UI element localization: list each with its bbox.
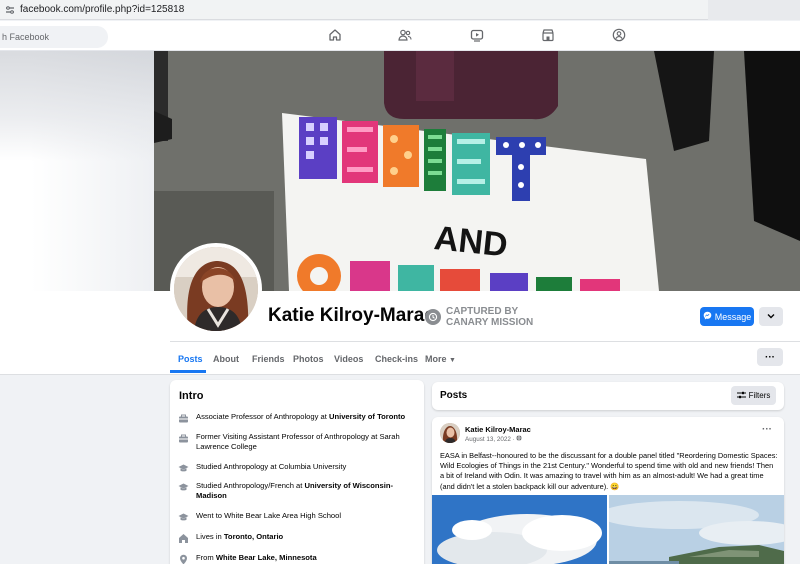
profile-tabs: Posts About Friends Photos Videos Check-… bbox=[0, 341, 800, 375]
intro-item-work: Associate Professor of Anthropology at U… bbox=[178, 412, 414, 424]
messenger-icon bbox=[703, 311, 712, 322]
intro-item-text: Lives in Toronto, Ontario bbox=[196, 532, 283, 542]
browser-toolbar-area bbox=[708, 0, 800, 20]
clock-icon bbox=[425, 309, 441, 325]
marketplace-icon[interactable] bbox=[541, 28, 555, 42]
posts-title: Posts bbox=[440, 390, 468, 401]
education-icon bbox=[178, 512, 189, 523]
tab-posts[interactable]: Posts bbox=[178, 354, 203, 364]
tabs-overflow-button[interactable]: ··· bbox=[757, 348, 783, 366]
message-button[interactable]: Message bbox=[700, 307, 754, 326]
tab-photos[interactable]: Photos bbox=[293, 354, 324, 364]
intro-card: Intro Associate Professor of Anthropolog… bbox=[170, 380, 424, 564]
captured-badge: CAPTURED BY CANARY MISSION bbox=[425, 306, 533, 328]
education-icon bbox=[178, 463, 189, 474]
message-button-label: Message bbox=[714, 311, 752, 322]
education-icon bbox=[178, 482, 189, 493]
work-icon bbox=[178, 413, 189, 424]
intro-link[interactable]: White Bear Lake, Minnesota bbox=[216, 553, 317, 562]
watch-icon[interactable] bbox=[470, 28, 484, 42]
post-date[interactable]: August 13, 2022 · bbox=[465, 435, 523, 443]
svg-text:AND: AND bbox=[432, 219, 509, 264]
cover-side-shade bbox=[0, 51, 154, 161]
post-card: Katie Kilroy-Marac August 13, 2022 · ···… bbox=[432, 417, 784, 564]
intro-link[interactable]: University of Toronto bbox=[329, 412, 405, 421]
intro-item-text: Went to White Bear Lake Area High School bbox=[196, 511, 342, 520]
post-author-name[interactable]: Katie Kilroy-Marac bbox=[465, 425, 531, 434]
tab-friends[interactable]: Friends bbox=[252, 354, 285, 364]
groups-icon[interactable] bbox=[612, 28, 626, 42]
intro-text: Associate Professor of Anthropology at bbox=[196, 412, 329, 421]
post-photo[interactable] bbox=[432, 495, 607, 564]
intro-item-text: Former Visiting Assistant Professor of A… bbox=[196, 432, 400, 451]
intro-item-text: Associate Professor of Anthropology at U… bbox=[196, 412, 405, 422]
tab-about[interactable]: About bbox=[213, 354, 239, 364]
intro-text: From bbox=[196, 553, 216, 562]
cover-side-bottom bbox=[0, 291, 154, 341]
captured-line2: CANARY MISSION bbox=[446, 317, 534, 328]
tab-more-label: More bbox=[425, 354, 447, 364]
tab-videos[interactable]: Videos bbox=[334, 354, 363, 364]
post-options-icon[interactable]: ··· bbox=[762, 424, 772, 435]
home-icon[interactable] bbox=[328, 28, 342, 42]
browser-address-bar[interactable]: facebook.com/profile.php?id=125818 bbox=[0, 0, 800, 20]
location-icon bbox=[178, 554, 189, 564]
cover-photo-image: AND bbox=[154, 51, 800, 291]
intro-item-work: Former Visiting Assistant Professor of A… bbox=[178, 432, 414, 452]
captured-line1: CAPTURED BY bbox=[446, 306, 519, 317]
work-icon bbox=[178, 433, 189, 444]
cover-side-area bbox=[0, 51, 154, 341]
avatar-image bbox=[174, 247, 258, 331]
cover-photo[interactable]: AND bbox=[154, 51, 800, 291]
tabs-divider bbox=[170, 341, 800, 342]
profile-options-button[interactable] bbox=[759, 307, 783, 326]
tab-more[interactable]: More ▼ bbox=[425, 354, 456, 364]
post-photo-image bbox=[609, 495, 784, 564]
posts-header: Posts Filters bbox=[432, 382, 784, 410]
more-horizontal-icon: ··· bbox=[765, 351, 775, 363]
facebook-top-nav: h Facebook bbox=[0, 21, 800, 51]
intro-item-text: Studied Anthropology at Columbia Univers… bbox=[196, 462, 347, 471]
site-settings-icon[interactable] bbox=[4, 4, 16, 16]
chevron-down-icon bbox=[767, 312, 775, 321]
post-date-text: August 13, 2022 · bbox=[465, 436, 517, 443]
post-author-avatar[interactable] bbox=[440, 423, 460, 443]
intro-item-text: Studied Anthropology/French at Universit… bbox=[196, 481, 414, 501]
filters-label: Filters bbox=[748, 391, 771, 400]
post-text: EASA in Belfast--honoured to be the disc… bbox=[440, 451, 778, 491]
filters-button[interactable]: Filters bbox=[731, 386, 776, 405]
intro-item-education: Studied Anthropology at Columbia Univers… bbox=[178, 462, 414, 474]
profile-avatar[interactable] bbox=[170, 243, 262, 335]
intro-item-from: From White Bear Lake, Minnesota bbox=[178, 553, 414, 564]
intro-title: Intro bbox=[179, 390, 204, 402]
post-photo-image bbox=[432, 495, 607, 564]
globe-icon bbox=[516, 435, 523, 443]
intro-text: Lives in bbox=[196, 532, 224, 541]
friends-icon[interactable] bbox=[398, 28, 412, 42]
home-icon bbox=[178, 533, 189, 544]
url-text[interactable]: facebook.com/profile.php?id=125818 bbox=[20, 4, 184, 15]
caret-down-icon: ▼ bbox=[449, 357, 456, 364]
intro-item-education: Went to White Bear Lake Area High School bbox=[178, 511, 414, 523]
intro-item-lives: Lives in Toronto, Ontario bbox=[178, 532, 414, 544]
profile-name: Katie Kilroy-Marac bbox=[268, 305, 435, 326]
post-photo[interactable] bbox=[609, 495, 784, 564]
intro-text: Studied Anthropology/French at bbox=[196, 481, 305, 490]
filter-sliders-icon bbox=[736, 391, 746, 401]
intro-link[interactable]: Toronto, Ontario bbox=[224, 532, 283, 541]
search-input[interactable]: h Facebook bbox=[0, 26, 108, 48]
intro-item-text: From White Bear Lake, Minnesota bbox=[196, 553, 317, 563]
intro-item-education: Studied Anthropology/French at Universit… bbox=[178, 481, 414, 501]
active-tab-indicator bbox=[170, 370, 206, 373]
tab-checkins[interactable]: Check-ins bbox=[375, 354, 418, 364]
